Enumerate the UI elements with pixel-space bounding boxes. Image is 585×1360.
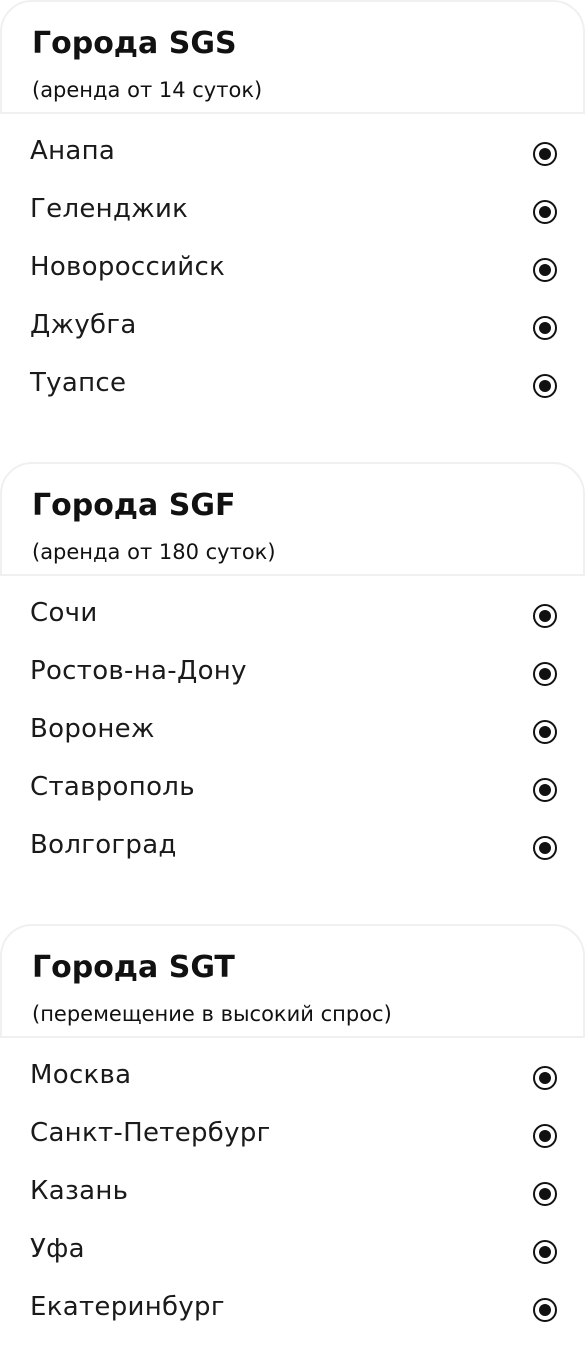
radio-button[interactable] [533, 200, 557, 224]
city-option[interactable]: Анапа [0, 114, 585, 172]
section-sgt: Города SGT (перемещение в высокий спрос)… [0, 924, 585, 1328]
radio-button[interactable] [533, 836, 557, 860]
radio-button[interactable] [533, 604, 557, 628]
radio-selected-dot [539, 1072, 551, 1084]
section-header: Города SGS (аренда от 14 суток) [0, 0, 585, 114]
radio-button[interactable] [533, 142, 557, 166]
radio-selected-dot [539, 206, 551, 218]
city-label: Волгоград [30, 830, 177, 860]
section-subtitle: (аренда от 14 суток) [32, 78, 263, 102]
city-option[interactable]: Сочи [0, 576, 585, 634]
section-title: Города SGT [32, 950, 235, 985]
city-option[interactable]: Ростов-на-Дону [0, 634, 585, 692]
section-subtitle: (перемещение в высокий спрос) [32, 1002, 392, 1026]
radio-button[interactable] [533, 316, 557, 340]
city-label: Санкт-Петербург [30, 1118, 271, 1148]
radio-button[interactable] [533, 1124, 557, 1148]
radio-button[interactable] [533, 662, 557, 686]
city-option[interactable]: Воронеж [0, 692, 585, 750]
section-subtitle: (аренда от 180 суток) [32, 540, 276, 564]
city-label: Джубга [30, 310, 137, 340]
city-option[interactable]: Новороссийск [0, 230, 585, 288]
city-label: Екатеринбург [30, 1292, 225, 1322]
city-label: Анапа [30, 136, 116, 166]
section-header: Города SGF (аренда от 180 суток) [0, 462, 585, 576]
section-title: Города SGF [32, 488, 236, 523]
city-option[interactable]: Геленджик [0, 172, 585, 230]
radio-selected-dot [539, 148, 551, 160]
radio-button[interactable] [533, 1298, 557, 1322]
radio-selected-dot [539, 610, 551, 622]
section-sgf: Города SGF (аренда от 180 суток) Сочи Ро… [0, 462, 585, 866]
radio-selected-dot [539, 264, 551, 276]
radio-button[interactable] [533, 374, 557, 398]
radio-selected-dot [539, 1188, 551, 1200]
city-label: Воронеж [30, 714, 155, 744]
city-label: Москва [30, 1060, 132, 1090]
radio-selected-dot [539, 726, 551, 738]
city-label: Ставрополь [30, 772, 195, 802]
city-option[interactable]: Санкт-Петербург [0, 1096, 585, 1154]
radio-selected-dot [539, 842, 551, 854]
city-option[interactable]: Казань [0, 1154, 585, 1212]
city-option[interactable]: Москва [0, 1038, 585, 1096]
section-title: Города SGS [32, 26, 237, 61]
radio-selected-dot [539, 784, 551, 796]
city-label: Геленджик [30, 194, 189, 224]
radio-button[interactable] [533, 1182, 557, 1206]
city-option[interactable]: Ставрополь [0, 750, 585, 808]
radio-selected-dot [539, 1304, 551, 1316]
city-label: Туапсе [30, 368, 127, 398]
radio-button[interactable] [533, 1240, 557, 1264]
radio-button[interactable] [533, 778, 557, 802]
city-label: Новороссийск [30, 252, 226, 282]
section-sgs: Города SGS (аренда от 14 суток) Анапа Ге… [0, 0, 585, 404]
radio-selected-dot [539, 1246, 551, 1258]
city-label: Ростов-на-Дону [30, 656, 247, 686]
radio-selected-dot [539, 380, 551, 392]
city-label: Сочи [30, 598, 98, 628]
radio-selected-dot [539, 668, 551, 680]
radio-button[interactable] [533, 720, 557, 744]
radio-selected-dot [539, 322, 551, 334]
city-option[interactable]: Уфа [0, 1212, 585, 1270]
city-list: Анапа Геленджик Новороссийск Джубга Туап… [0, 114, 585, 404]
city-list: Москва Санкт-Петербург Казань Уфа Екатер… [0, 1038, 585, 1328]
city-option[interactable]: Екатеринбург [0, 1270, 585, 1328]
city-list: Сочи Ростов-на-Дону Воронеж Ставрополь В… [0, 576, 585, 866]
radio-selected-dot [539, 1130, 551, 1142]
section-header: Города SGT (перемещение в высокий спрос) [0, 924, 585, 1038]
radio-button[interactable] [533, 1066, 557, 1090]
city-option[interactable]: Туапсе [0, 346, 585, 404]
city-option[interactable]: Волгоград [0, 808, 585, 866]
radio-button[interactable] [533, 258, 557, 282]
city-label: Уфа [30, 1234, 85, 1264]
city-label: Казань [30, 1176, 129, 1206]
city-option[interactable]: Джубга [0, 288, 585, 346]
